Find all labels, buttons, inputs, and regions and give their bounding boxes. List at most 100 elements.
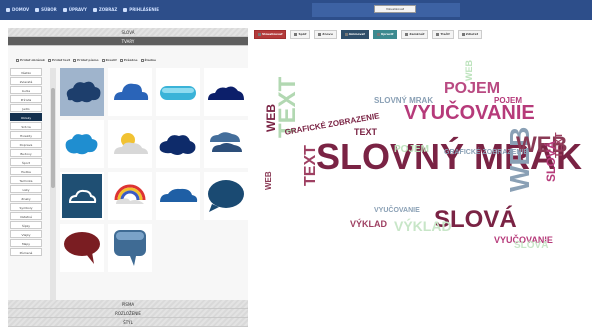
category-item[interactable]: Technika: [10, 176, 42, 184]
shape-cloud-deep-tile[interactable]: [156, 120, 200, 168]
cloud-word: POJEM: [494, 96, 523, 105]
edit-icon: [62, 8, 67, 12]
category-item[interactable]: Budovy: [10, 149, 42, 157]
category-item[interactable]: Jedlo: [10, 104, 42, 112]
cloud-word: POJEM: [444, 80, 501, 97]
shape-cloud-sky-tile[interactable]: [60, 120, 104, 168]
left-panel: SLOVÁ TVARY Pridať obrázok Pridať text P…: [8, 28, 248, 327]
font-icon: [73, 58, 77, 62]
toolbar-button[interactable]: Animovať: [340, 29, 369, 39]
shape-rainbow-cloud-tile[interactable]: [108, 172, 152, 220]
category-item[interactable]: Vlajky: [10, 230, 42, 238]
accordion-shapes[interactable]: TVARY: [8, 37, 248, 46]
main-menu: DOMOV SÚBOR ÚPRAVY ZOBRAZ PRIHLÁSENIE: [6, 4, 159, 16]
category-item[interactable]: Šport: [10, 158, 42, 166]
sun-cloud-icon: [114, 133, 148, 154]
tool-draw[interactable]: Kresliť: [101, 58, 117, 62]
cloud-icon: [208, 86, 244, 100]
category-item[interactable]: Príroda: [10, 95, 42, 103]
shape-cloud-outline-tile[interactable]: [60, 172, 104, 220]
accordion-style[interactable]: ŠTÝL: [8, 318, 248, 327]
cloud-word: SLOVNÝ MRAK: [374, 96, 434, 105]
share-icon: [461, 32, 465, 36]
accordion-words[interactable]: SLOVÁ: [8, 28, 248, 37]
cloud-word: VÝKLAD: [394, 218, 452, 234]
cloud-icon: [160, 86, 196, 100]
user-icon: [123, 8, 128, 12]
shape-speech-square-tile[interactable]: [108, 224, 152, 272]
menu-edit[interactable]: ÚPRAVY: [62, 4, 87, 16]
toolbar-button[interactable]: Znovu: [314, 29, 337, 39]
shape-sun-cloud-tile[interactable]: [108, 120, 152, 168]
tool-none[interactable]: Žiadne: [140, 58, 156, 62]
shape-cloud-blue-tile[interactable]: [108, 68, 152, 116]
toolbar-button[interactable]: Zdieľať: [457, 29, 483, 39]
play-icon: [258, 32, 261, 36]
shape-speech-dark-tile[interactable]: [204, 172, 248, 220]
edit-icon: [376, 32, 380, 36]
category-item[interactable]: Zvieratá: [10, 77, 42, 85]
shape-cloud-layered-tile[interactable]: [204, 120, 248, 168]
redo-icon: [318, 32, 322, 36]
tool-blank[interactable]: Prázdne: [119, 58, 138, 62]
toolbar-button[interactable]: Vizualizovať: [254, 29, 287, 39]
category-item[interactable]: Symboly: [10, 203, 42, 211]
cloud-icon: [159, 135, 196, 155]
shape-cloud-rounded-tile[interactable]: [156, 172, 200, 220]
category-item[interactable]: Listy: [10, 185, 42, 193]
shape-cloud-dark-tile[interactable]: [60, 68, 104, 116]
shape-tools: Pridať obrázok Pridať text Pridať písmo …: [8, 55, 248, 65]
shape-cloud-cyan-tile[interactable]: [156, 68, 200, 116]
toolbar-button[interactable]: Zamknúť: [401, 29, 429, 39]
category-item[interactable]: Hviezdy: [10, 131, 42, 139]
cloud-word: WEB: [464, 60, 474, 81]
home-icon: [6, 8, 10, 12]
toolbar-button[interactable]: Späť: [290, 29, 311, 39]
cloud-icon: [66, 81, 101, 103]
category-item[interactable]: Znaky: [10, 194, 42, 202]
category-item[interactable]: Všetko: [10, 68, 42, 76]
image-icon: [16, 58, 19, 62]
category-item[interactable]: Hudba: [10, 167, 42, 175]
blank-icon: [119, 58, 123, 62]
shape-speech-red-tile[interactable]: [60, 224, 104, 272]
accordion-bottom: PÍSMA ROZLOŽENIE ŠTÝL: [8, 300, 248, 327]
cloud-word: SLOVÁ: [514, 240, 549, 251]
category-scrollbar[interactable]: [50, 68, 56, 300]
toolbar-button[interactable]: Upraviť: [372, 29, 398, 39]
category-item[interactable]: Písmená: [10, 248, 42, 256]
word-cloud-canvas: SLOVNÝ MRAK VYUČOVANIE WEB WEB TEXT TEXT POJEM…: [254, 44, 592, 315]
category-item[interactable]: Šípky: [10, 221, 42, 229]
toolbar-button[interactable]: Tlačiť: [432, 29, 454, 39]
category-item[interactable]: Ľudia: [10, 86, 42, 94]
cloud-word: WEB: [264, 171, 273, 190]
tool-add-text[interactable]: Pridať text: [47, 58, 70, 62]
cloud-word: VYUČOVANIE: [404, 102, 535, 124]
top-navbar: DOMOV SÚBOR ÚPRAVY ZOBRAZ PRIHLÁSENIE Vi…: [0, 0, 592, 20]
view-icon: [92, 8, 97, 12]
shape-cloud-navy-tile[interactable]: [204, 68, 248, 116]
cloud-word: VYUČOVANIE: [374, 207, 420, 214]
tool-add-image[interactable]: Pridať obrázok: [16, 58, 45, 62]
category-item[interactable]: Srdcia: [10, 122, 42, 130]
cloud-icon: [65, 134, 98, 155]
category-item[interactable]: Ostatné: [10, 212, 42, 220]
cloud-word: POJEM: [394, 144, 430, 155]
tooltip: Vizualizovať: [374, 5, 416, 13]
scrollbar-thumb[interactable]: [51, 88, 55, 188]
menu-login[interactable]: PRIHLÁSENIE: [123, 4, 159, 16]
menu-home[interactable]: DOMOV: [6, 4, 29, 16]
menu-view[interactable]: ZOBRAZ: [92, 4, 117, 16]
animate-icon: [344, 32, 348, 36]
category-item[interactable]: Oblaky: [10, 113, 42, 121]
accordion-layout[interactable]: ROZLOŽENIE: [8, 309, 248, 318]
tool-add-font[interactable]: Pridať písmo: [73, 58, 99, 62]
shape-grid: [60, 68, 248, 300]
category-item[interactable]: Doprava: [10, 140, 42, 148]
rainbow-cloud-icon: [114, 184, 146, 204]
speech-bubble-icon: [208, 180, 244, 212]
category-item[interactable]: Mapy: [10, 239, 42, 247]
accordion-fonts[interactable]: PÍSMA: [8, 300, 248, 309]
menu-file[interactable]: SÚBOR: [35, 4, 57, 16]
cloud-icon: [210, 132, 242, 152]
